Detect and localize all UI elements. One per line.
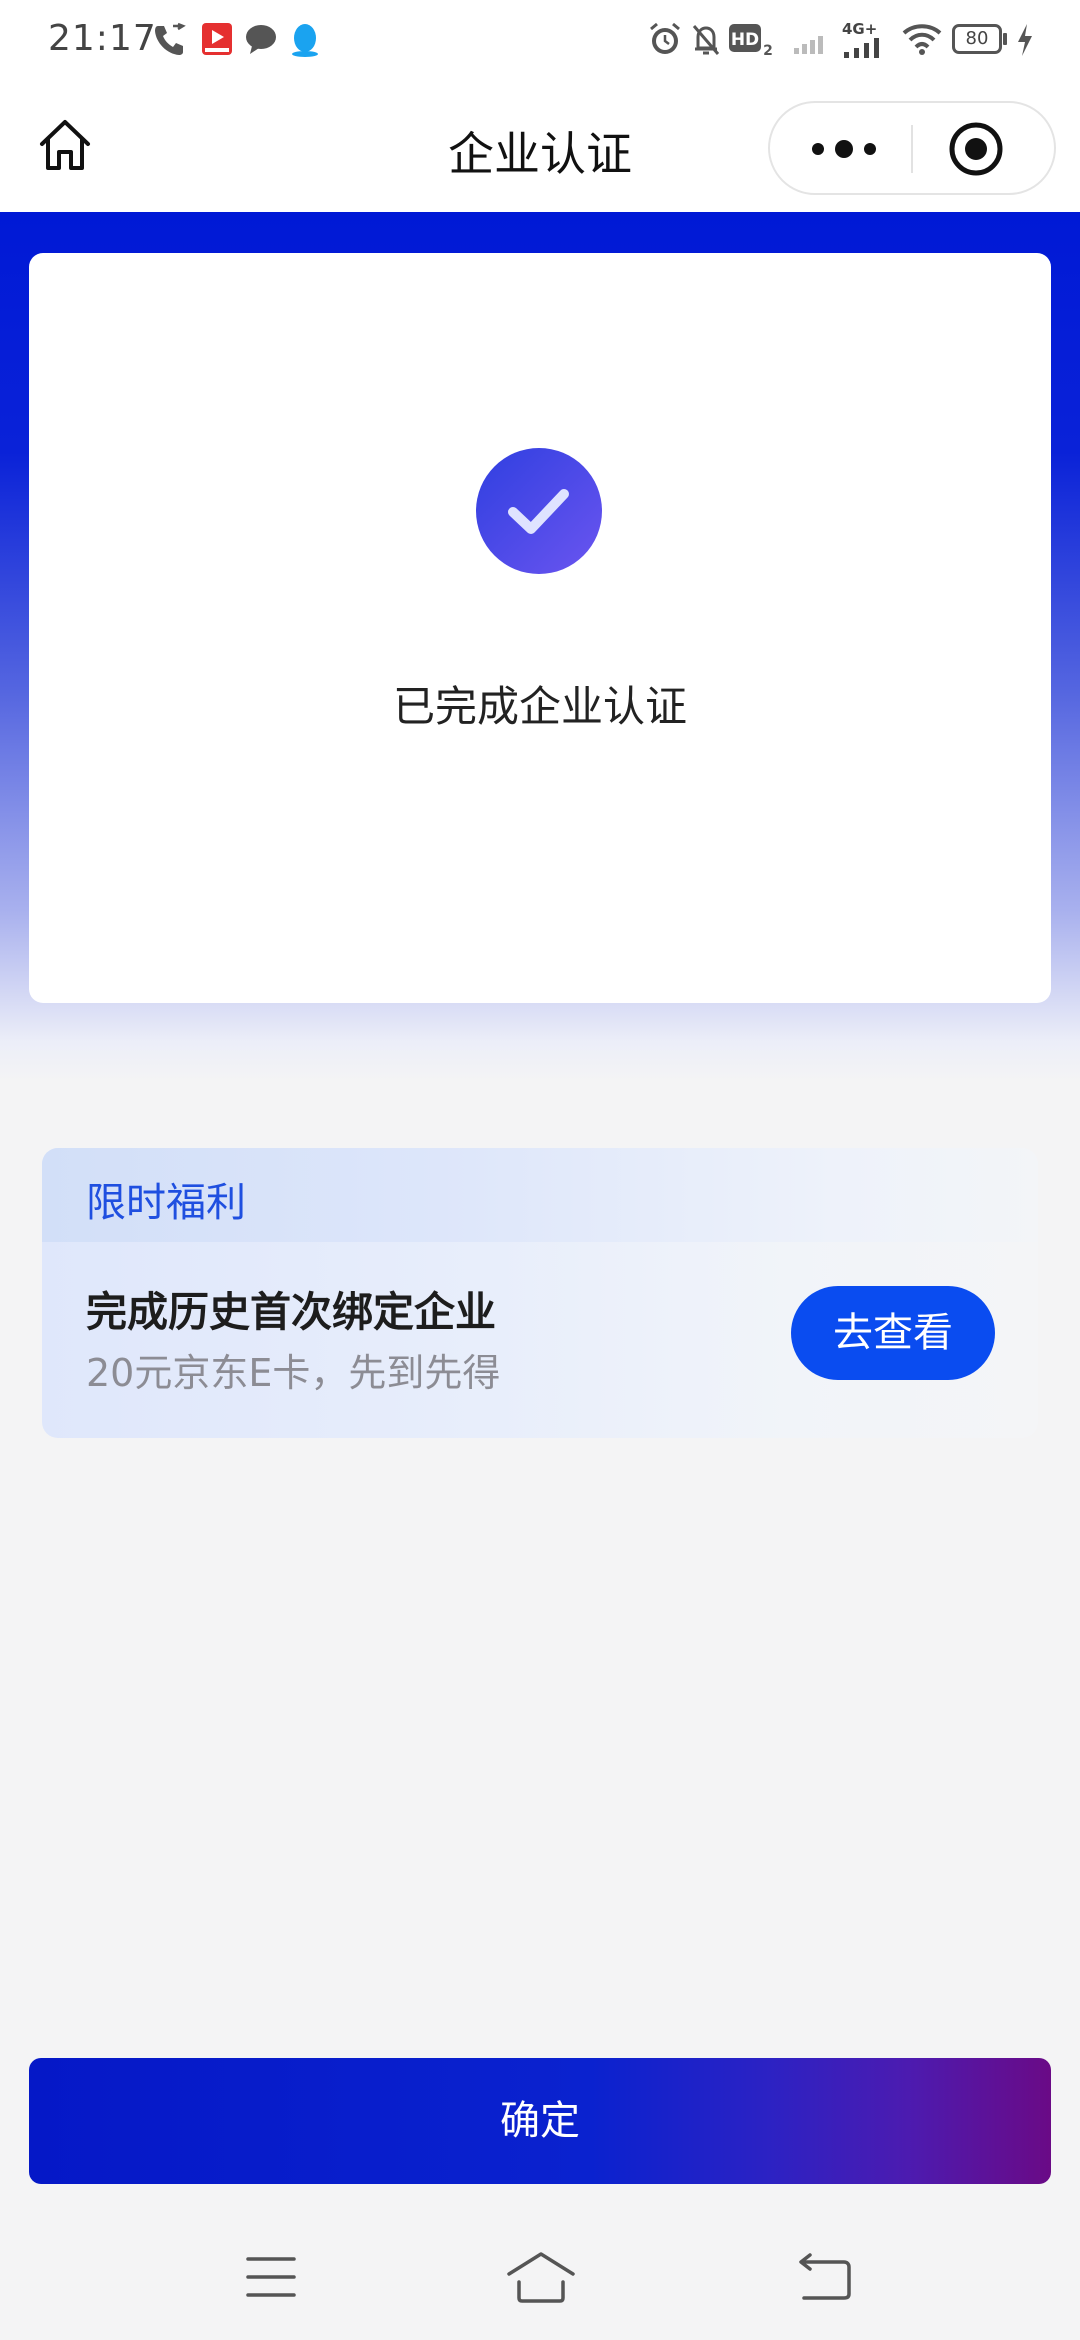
svg-text:2: 2 [763, 43, 773, 58]
promo-subtitle: 20元京东E卡，先到先得 [86, 1351, 501, 1395]
close-target-icon[interactable] [946, 119, 1006, 179]
alarm-icon [650, 22, 680, 54]
promo-title: 完成历史首次绑定企业 [86, 1288, 496, 1336]
wifi-icon [902, 24, 942, 55]
chat-bubble-icon [246, 25, 276, 54]
success-message: 已完成企业认证 [392, 682, 687, 731]
svg-text:HD: HD [731, 30, 759, 50]
back-icon[interactable] [796, 2252, 852, 2302]
hd-icon: HD 2 [729, 24, 773, 58]
promo-tag: 限时福利 [86, 1180, 246, 1226]
video-app-icon [202, 23, 232, 55]
success-card: 已完成企业认证 [29, 253, 1051, 1003]
phone-icon [155, 22, 186, 55]
nav-bar: 企业认证 [0, 84, 1080, 212]
home-icon[interactable] [505, 2248, 577, 2306]
charging-icon [1018, 24, 1032, 56]
confirm-button[interactable]: 确定 [29, 2058, 1051, 2184]
cellular-4g-indicator: 4G+ [840, 20, 890, 60]
system-nav-bar [0, 2230, 1080, 2340]
mute-bell-icon [692, 25, 720, 55]
capsule-divider [911, 125, 913, 173]
more-dots-icon[interactable] [800, 123, 888, 175]
status-time: 21:17 [48, 18, 157, 59]
battery-level: 80 [965, 28, 989, 49]
check-icon [476, 448, 602, 574]
qq-penguin-icon [292, 24, 318, 57]
mini-program-capsule [768, 101, 1056, 195]
signal-icon [794, 36, 823, 54]
menu-icon[interactable] [246, 2254, 296, 2300]
view-button[interactable]: 去查看 [791, 1286, 995, 1380]
status-bar: 21:17 HD 2 4G+ 80 [0, 0, 1080, 84]
battery-icon: 80 [952, 24, 1008, 56]
promo-card: 限时福利 完成历史首次绑定企业 20元京东E卡，先到先得 去查看 [42, 1148, 1038, 1438]
